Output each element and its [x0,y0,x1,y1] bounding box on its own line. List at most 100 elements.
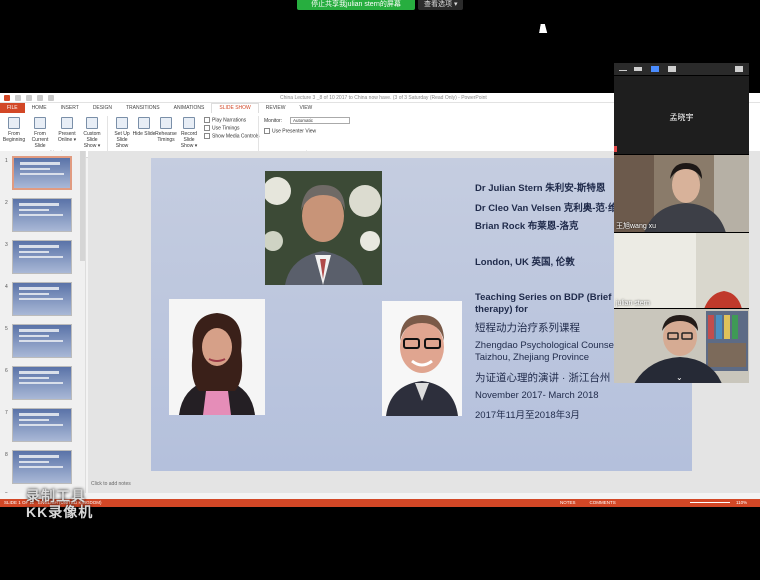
document-title: China Lecture 3 _8 of 10 2017 to China n… [280,95,487,101]
record-slide-show-button[interactable]: Record Slide Show ▾ [177,117,201,149]
participant-tile[interactable]: 王旭wang xu [614,154,749,232]
slide-org-1: Zhengdao Psychological Counseling [475,340,629,351]
setup-slide-show-button[interactable]: Set Up Slide Show [110,117,134,149]
photo-julian-stern [265,171,382,285]
from-beginning-label: From Beginning [2,131,26,143]
notes-button[interactable]: NOTES [560,499,576,507]
custom-show-icon [86,117,98,129]
present-online-label: Present Online ▾ [57,131,77,143]
tab-insert[interactable]: INSERT [54,103,86,113]
custom-slide-show-button[interactable]: Custom Slide Show ▾ [80,117,104,149]
record-label: Record Slide Show ▾ [180,131,198,149]
start-show-icon[interactable] [48,95,54,101]
participant-video [614,233,749,308]
undo-icon[interactable] [26,95,32,101]
slide-thumbnail[interactable]: 7 [2,408,82,448]
tab-view[interactable]: VIEW [293,103,320,113]
tab-review[interactable]: REVIEW [259,103,293,113]
thumbnail-number: 4 [5,284,8,290]
ribbon-divider [107,116,108,156]
slide-location: London, UK 英国, 伦敦 [475,257,575,268]
redo-icon[interactable] [37,95,43,101]
thumbnail-scrollbar[interactable] [80,151,85,261]
presenter-view-checkbox[interactable]: Use Presenter View [264,128,316,135]
thumbnail-number: 5 [5,326,8,332]
participant-tile[interactable]: ⌄ [614,308,749,383]
rehearse-icon [160,117,172,129]
tab-file[interactable]: FILE [0,103,25,113]
hide-slide-button[interactable]: Hide Slide [132,117,156,137]
play-from-start-icon [8,117,20,129]
use-timings-checkbox[interactable]: Use Timings [204,125,240,132]
tab-design[interactable]: DESIGN [86,103,119,113]
zoom-level[interactable]: 110% [736,499,747,507]
slide-thumbnail[interactable]: 2 [2,198,82,238]
view-options-label: 查看选项 [424,1,452,8]
monitor-select[interactable]: Automatic [290,117,350,124]
powerpoint-logo-icon [4,95,10,101]
participant-tile[interactable]: 孟晓宇 [614,75,749,154]
tab-slide-show[interactable]: SLIDE SHOW [211,103,259,113]
present-online-button[interactable]: Present Online ▾ [55,117,79,143]
notes-placeholder[interactable]: Click to add notes [91,481,131,487]
thumbnail-number: 6 [5,368,8,374]
slide-name-brian: Brian Rock 布莱恩-洛克 [475,221,579,232]
rehearse-label: Rehearse Timings [155,131,177,143]
watermark-line-2: KK录像机 [26,504,94,520]
slide-thumbnail[interactable]: 3 [2,240,82,280]
participant-name: julian stern [616,300,650,307]
minimize-icon[interactable] [619,70,627,71]
zoom-panel-toolbar [614,63,749,75]
mic-muted-icon [614,146,617,152]
tab-home[interactable]: HOME [25,103,54,113]
view-options-button[interactable]: 查看选项 ▾ [418,0,464,10]
tab-transitions[interactable]: TRANSITIONS [119,103,167,113]
slide-thumbnail[interactable]: 5 [2,324,82,364]
comments-button[interactable]: COMMENTS [590,499,616,507]
slide-org-cn: 为证道心理的演讲 · 浙江台州 [475,372,611,384]
participant-video [614,309,749,383]
from-current-label: From Current Slide [31,131,49,149]
screen: 停止共享我julian stern的屏幕 查看选项 ▾ China Lectur… [0,0,760,580]
rehearse-timings-button[interactable]: Rehearse Timings [154,117,178,143]
slide-thumbnail[interactable]: 8 [2,450,82,490]
chevron-down-icon[interactable]: ⌄ [676,374,683,382]
zoom-slider[interactable] [690,502,730,503]
slide-org-2: Taizhou, Zhejiang Province [475,352,590,363]
play-narrations-checkbox[interactable]: Play Narrations [204,117,246,124]
monitor-label: Monitor: [264,118,283,124]
show-media-controls-checkbox[interactable]: Show Media Controls [204,133,260,140]
hide-slide-label: Hide Slide [132,131,156,137]
view-gallery-icon[interactable] [651,66,659,72]
chevron-down-icon: ▾ [453,1,458,8]
slide-thumbnail[interactable]: 1 [2,156,82,196]
stop-share-button[interactable]: 停止共享我julian stern的屏幕 [297,0,415,10]
present-online-icon [61,117,73,129]
tab-animations[interactable]: ANIMATIONS [167,103,212,113]
custom-show-label: Custom Slide Show ▾ [83,131,101,149]
participant-tile[interactable]: julian stern [614,232,749,308]
exit-panel-icon[interactable] [735,66,743,72]
from-beginning-button[interactable]: From Beginning [2,117,26,143]
slide-thumbnail-pane[interactable]: 1 2 3 4 5 6 7 8 9 [0,151,86,493]
from-current-slide-button[interactable]: From Current Slide [28,117,52,149]
status-bar: SLIDE 1 OF 11 ENGLISH (UNITED KINGDOM) N… [0,499,760,507]
view-speaker-icon[interactable] [634,67,642,71]
participant-name: 孟晓宇 [669,113,694,122]
slide-dates-cn: 2017年11月至2018年3月 [475,410,580,421]
slide-series-title-cn: 短程动力治疗系列课程 [475,322,580,334]
photo-cleo-van-velsen [169,299,265,415]
setup-show-label: Set Up Slide Show [114,131,130,149]
thumbnail-number: 8 [5,452,8,458]
thumbnail-number: 3 [5,242,8,248]
mouse-cursor-icon [539,24,549,33]
slide-thumbnail[interactable]: 6 [2,366,82,406]
setup-show-icon [116,117,128,129]
recorder-watermark: 录制工具 KK录像机 [26,488,93,520]
status-right: NOTES COMMENTS [560,499,616,507]
view-strip-icon[interactable] [668,66,676,72]
slide-thumbnail[interactable]: 4 [2,282,82,322]
watermark-line-1: 录制工具 [26,488,86,504]
current-slide[interactable]: Dr Julian Stern 朱利安-斯特恩 Dr Cleo Van Vels… [151,158,692,471]
save-icon[interactable] [15,95,21,101]
